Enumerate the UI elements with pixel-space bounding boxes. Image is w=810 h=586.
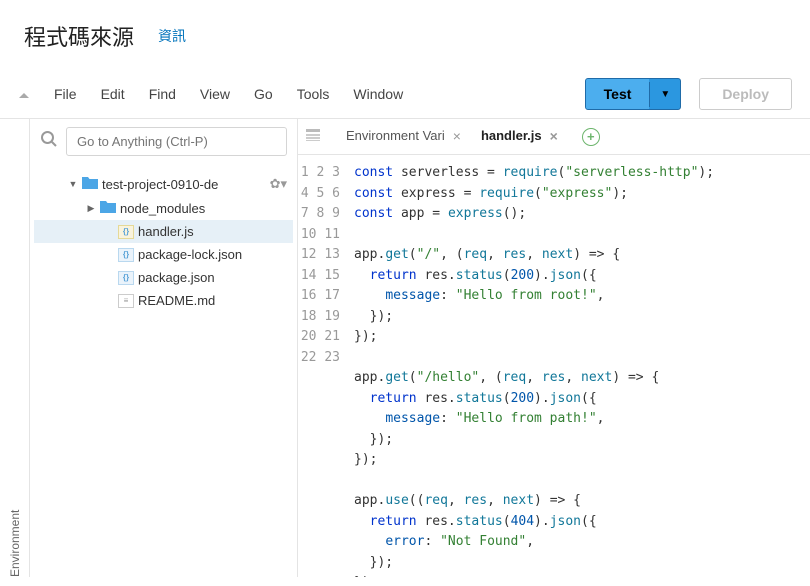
side-tab-environment[interactable]: Environment [0,119,30,577]
json-file-icon: {} [118,248,134,262]
js-file-icon: {} [118,225,134,239]
tab-handler-js[interactable]: handler.js× [471,119,568,154]
tree-item-handler.js[interactable]: {}handler.js [34,220,293,243]
tree-item-package-lock.json[interactable]: {}package-lock.json [34,243,293,266]
menu-file[interactable]: File [42,80,89,108]
tree-item-package.json[interactable]: {}package.json [34,266,293,289]
tab-environment-vari[interactable]: Environment Vari× [336,119,471,154]
tree-item-node_modules[interactable]: ▶node_modules [34,196,293,220]
file-tree: ▼ test-project-0910-de ✿▾ ▶node_modules{… [30,164,297,320]
file-explorer: ▼ test-project-0910-de ✿▾ ▶node_modules{… [30,119,298,577]
menu-edit[interactable]: Edit [89,80,137,108]
menu-window[interactable]: Window [341,80,415,108]
chevron-down-icon: ▼ [68,179,78,189]
main-area: Environment ▼ test-project-0910-de ✿▾ ▶n… [0,119,810,577]
folder-icon [82,176,98,192]
close-icon[interactable]: × [550,128,558,144]
json-file-icon: {} [118,271,134,285]
chevron-right-icon: ▶ [86,203,96,214]
page-title: 程式碼來源 [24,20,134,52]
test-button[interactable]: Test ▼ [585,78,682,110]
info-link[interactable]: 資訊 [158,26,186,46]
search-icon[interactable] [40,130,58,153]
menubar: FileEditFindViewGoToolsWindow Test ▼ Dep… [0,70,810,119]
file-icon: ≡ [118,294,134,308]
close-icon[interactable]: × [453,128,461,144]
add-tab-button[interactable]: + [582,128,600,146]
test-dropdown-caret[interactable]: ▼ [649,82,680,107]
menu-collapse-icon[interactable] [18,87,30,102]
gear-icon[interactable]: ✿▾ [270,176,287,192]
editor-area: Environment Vari×handler.js× + 1 2 3 4 5… [298,119,810,577]
editor-tabs: Environment Vari×handler.js× + [298,119,810,155]
tree-item-README.md[interactable]: ≡README.md [34,289,293,312]
menu-go[interactable]: Go [242,80,285,108]
deploy-button[interactable]: Deploy [699,78,792,110]
tree-root[interactable]: ▼ test-project-0910-de ✿▾ [34,172,293,196]
menu-find[interactable]: Find [137,80,188,108]
menu-tools[interactable]: Tools [285,80,342,108]
tab-scroll-icon[interactable] [306,129,320,144]
search-input[interactable] [66,127,287,156]
menu-view[interactable]: View [188,80,242,108]
folder-icon [100,200,116,216]
page-header: 程式碼來源 資訊 [0,0,810,70]
code-editor[interactable]: 1 2 3 4 5 6 7 8 9 10 11 12 13 14 15 16 1… [298,155,810,577]
line-gutter: 1 2 3 4 5 6 7 8 9 10 11 12 13 14 15 16 1… [298,163,354,577]
code-body[interactable]: const serverless = require("serverless-h… [354,163,810,577]
